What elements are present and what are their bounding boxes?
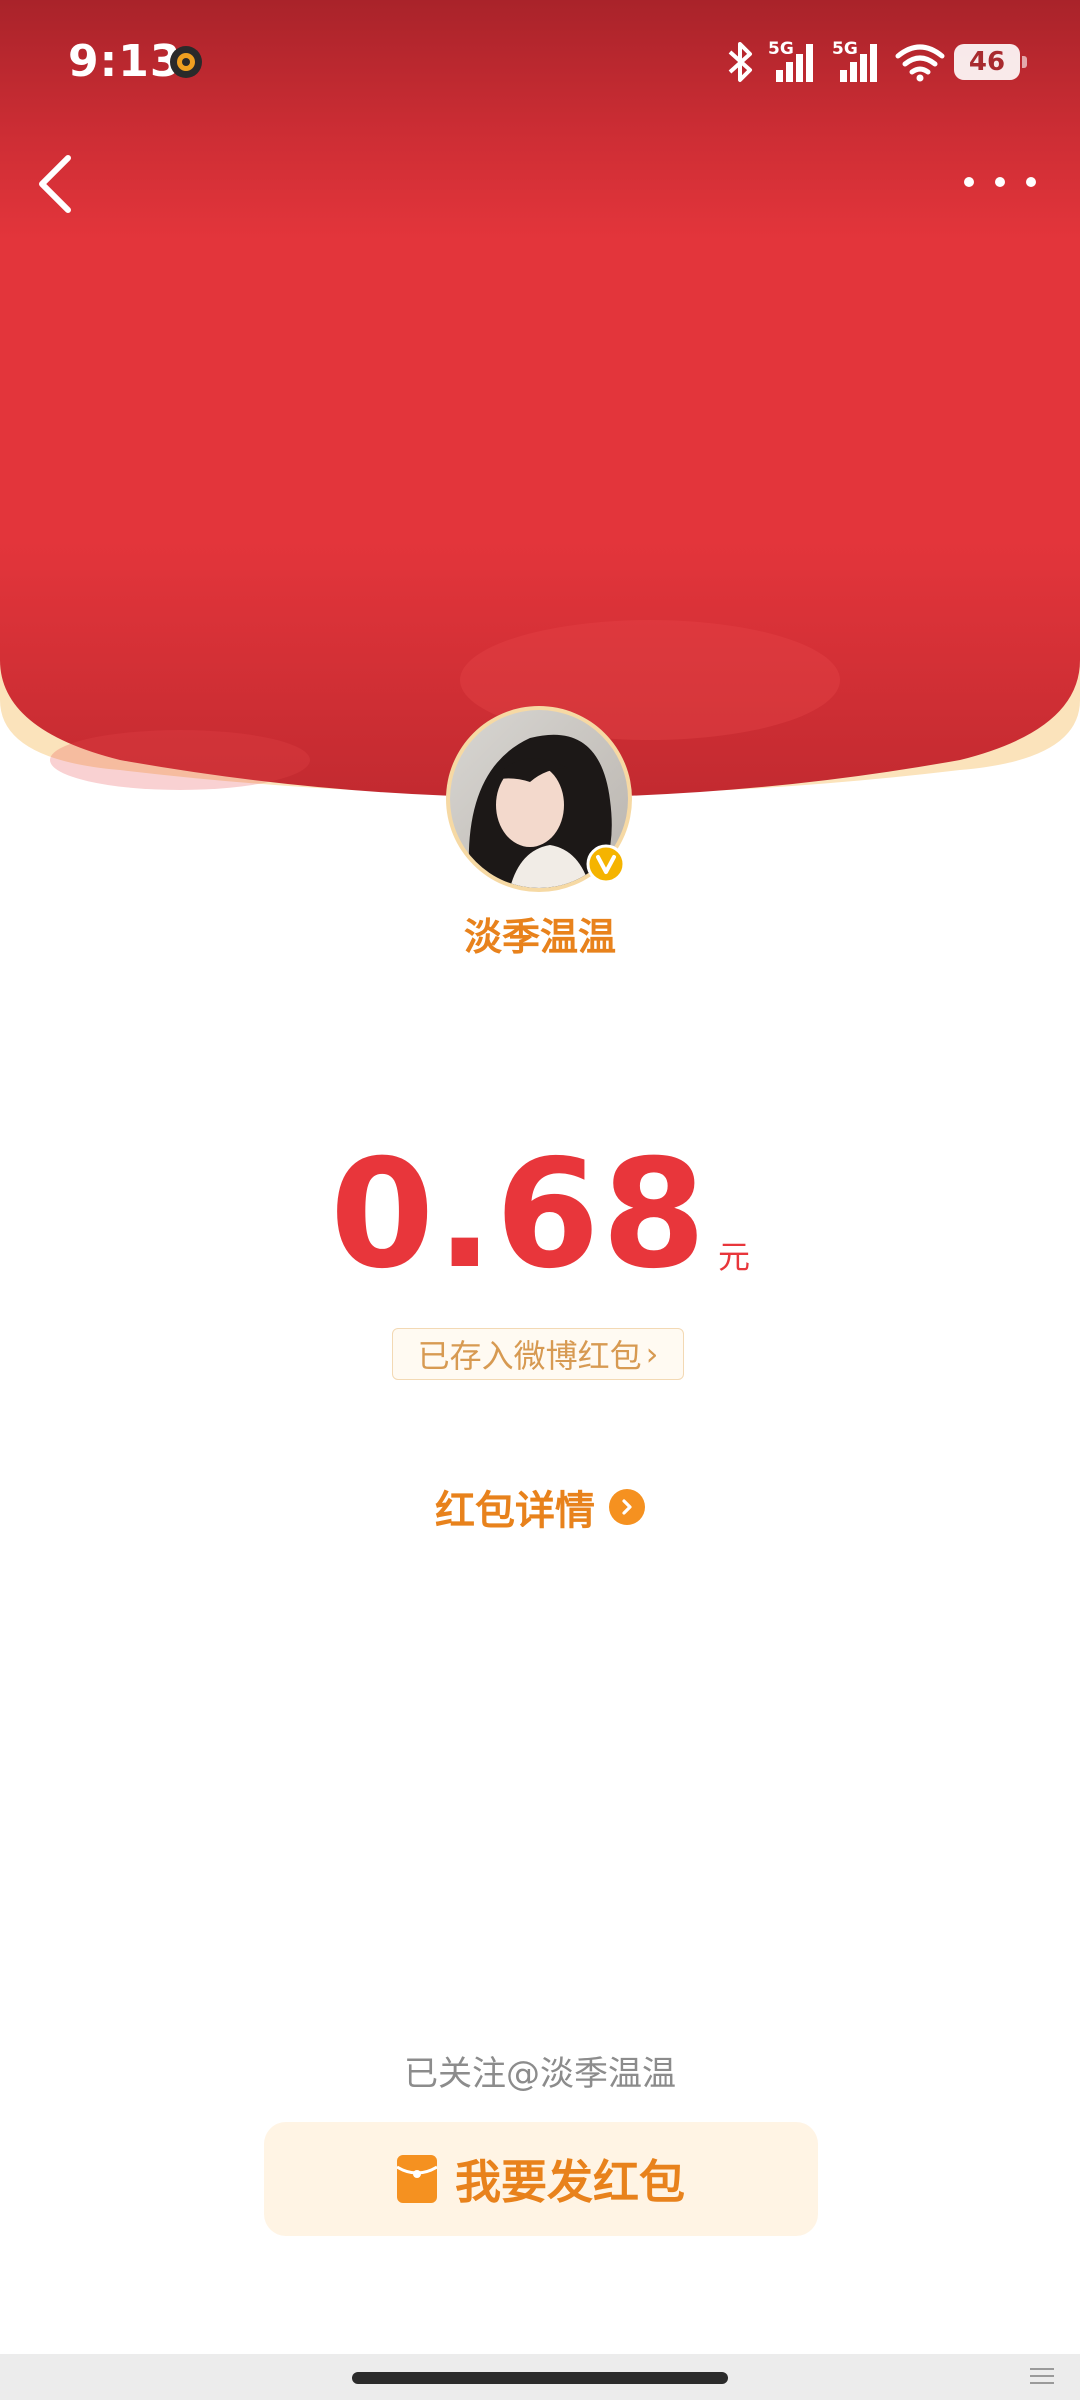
status-time: 9:13 [68,36,182,87]
svg-text:5G: 5G [832,39,858,59]
amount-unit: 元 [718,1238,751,1276]
battery-level: 46 [968,47,1006,77]
bluetooth-icon [728,42,752,82]
red-packet-result-page: 9:13 5G 5G 46 淡季温温 0.68 元 已存入微博红包 › 红包详情… [0,0,1080,2400]
menu-lines-icon [1030,2368,1054,2384]
red-packet-details-link[interactable]: 红包详情 [0,1478,1080,1536]
battery-icon: 46 [954,44,1027,80]
followed-status-text: 已关注@淡季温温 [404,2054,676,2094]
chevron-right-icon: › [645,1335,659,1373]
arrow-circle-icon [609,1489,645,1525]
amount-value: 0.68 [329,1128,709,1302]
details-link-label: 红包详情 [435,1488,595,1534]
saved-link-label: 已存入微博红包 [417,1337,642,1375]
home-indicator[interactable] [352,2372,728,2384]
sender-name[interactable]: 淡季温温 [0,906,1080,961]
verified-badge-icon [586,844,626,884]
send-red-packet-button[interactable]: 我要发红包 [264,2122,818,2236]
amount-display: 0.68 元 [0,1140,1080,1290]
red-packet-icon [397,2155,437,2203]
red-envelope-header [0,0,1080,798]
more-options-button[interactable] [964,160,1036,204]
send-button-label: 我要发红包 [455,2155,685,2209]
wifi-icon [895,44,945,82]
status-bar: 9:13 5G 5G 46 [0,0,1080,120]
saved-to-wallet-link[interactable]: 已存入微博红包 › [392,1328,684,1380]
app-notification-icon [170,46,202,78]
svg-text:5G: 5G [768,39,794,59]
more-dots-icon [964,177,974,187]
signal-icon: 5G [768,39,813,82]
status-icons: 5G 5G 46 [722,36,1027,88]
back-button[interactable] [28,148,88,220]
signal-icon: 5G [832,39,877,82]
